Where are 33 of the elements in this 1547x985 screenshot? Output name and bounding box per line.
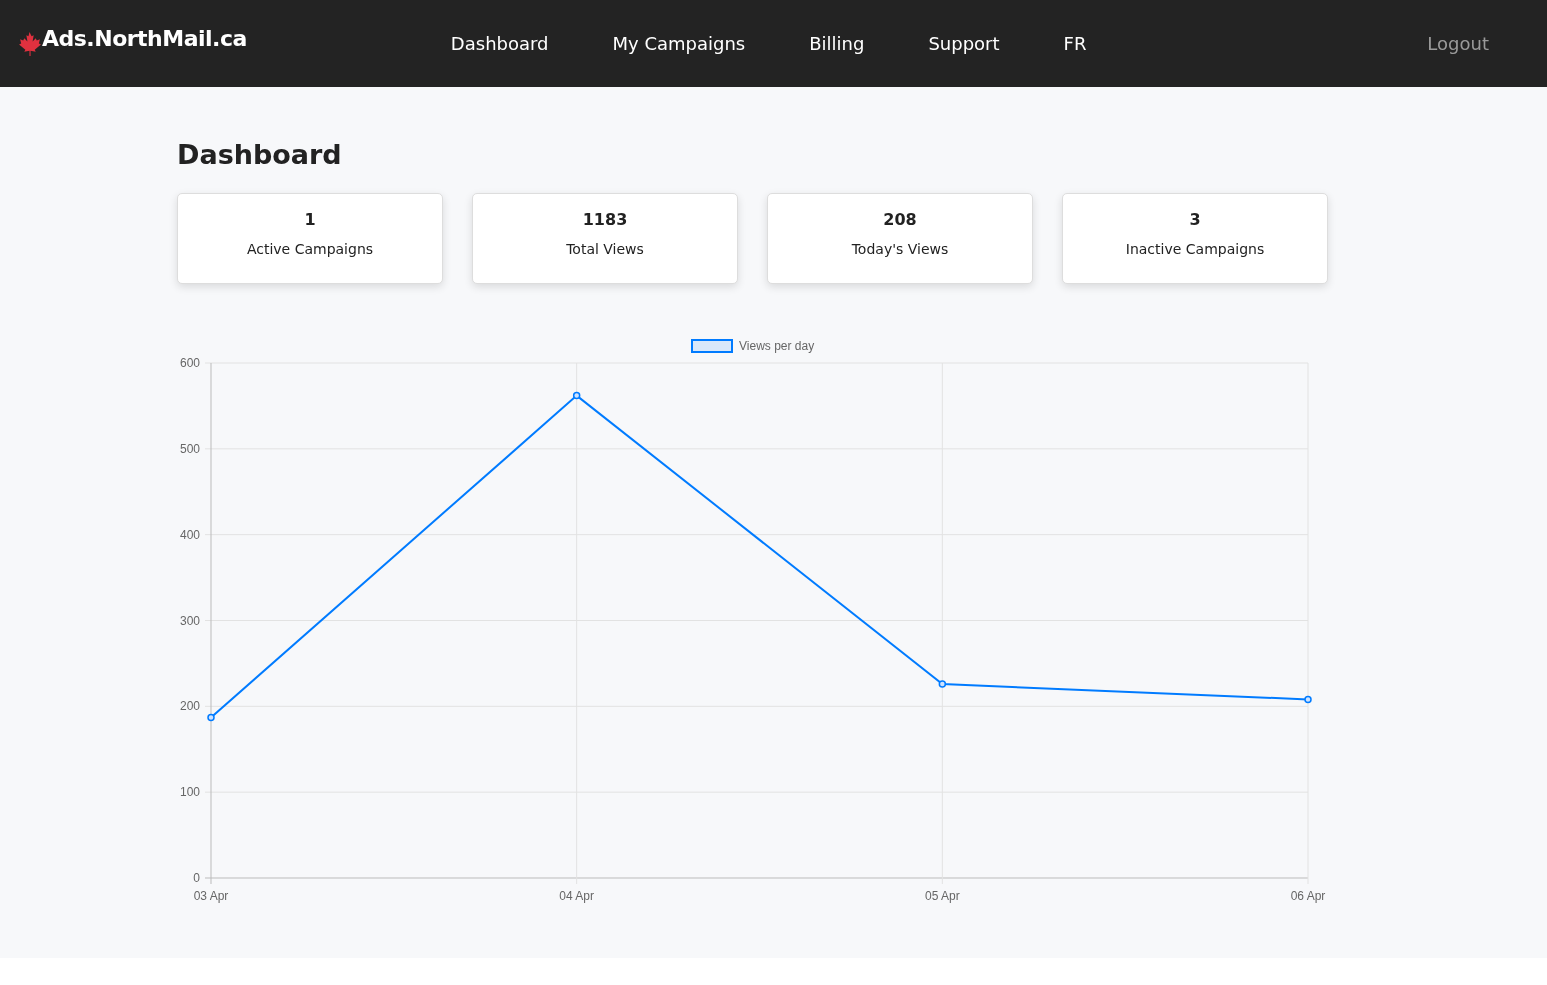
y-tick-label: 0 <box>193 871 200 885</box>
site-logo[interactable]: Ads.NorthMail.ca <box>42 26 247 51</box>
nav-link[interactable]: FR <box>1031 33 1119 54</box>
stat-value: 3 <box>1189 210 1201 229</box>
stat-value: 1 <box>304 210 316 229</box>
nav-link[interactable]: My Campaigns <box>580 33 778 54</box>
x-tick-label: 06 Apr <box>1290 889 1326 903</box>
data-point <box>1304 695 1312 704</box>
y-tick-label: 400 <box>179 527 200 542</box>
nav-link[interactable]: Dashboard <box>418 33 581 54</box>
y-tick-label: 600 <box>179 356 200 370</box>
stat-label: Inactive Campaigns <box>1125 241 1265 257</box>
y-tick-label: 500 <box>179 441 200 456</box>
y-tick-label: 200 <box>179 699 200 714</box>
stat-value: 1183 <box>582 210 628 229</box>
x-tick-label: 03 Apr <box>193 889 229 903</box>
stat-value: 208 <box>883 210 917 229</box>
maple-leaf-icon <box>17 31 42 56</box>
x-tick-label: 05 Apr <box>925 889 960 903</box>
data-point <box>938 680 947 688</box>
page-title: Dashboard <box>177 139 343 170</box>
data-point <box>207 713 215 722</box>
y-tick-label: 300 <box>179 613 200 628</box>
y-tick-label: 100 <box>179 785 200 800</box>
nav-link[interactable]: Billing <box>777 33 897 54</box>
legend-label: Views per day <box>739 339 815 353</box>
logout-link[interactable]: Logout <box>1427 33 1489 54</box>
nav-link[interactable]: Support <box>896 33 1032 54</box>
stat-label: Active Campaigns <box>246 241 374 257</box>
data-point <box>572 391 581 400</box>
stat-label: Total Views <box>566 241 644 257</box>
x-tick-label: 04 Apr <box>559 889 594 903</box>
stat-label: Today's Views <box>851 241 949 257</box>
